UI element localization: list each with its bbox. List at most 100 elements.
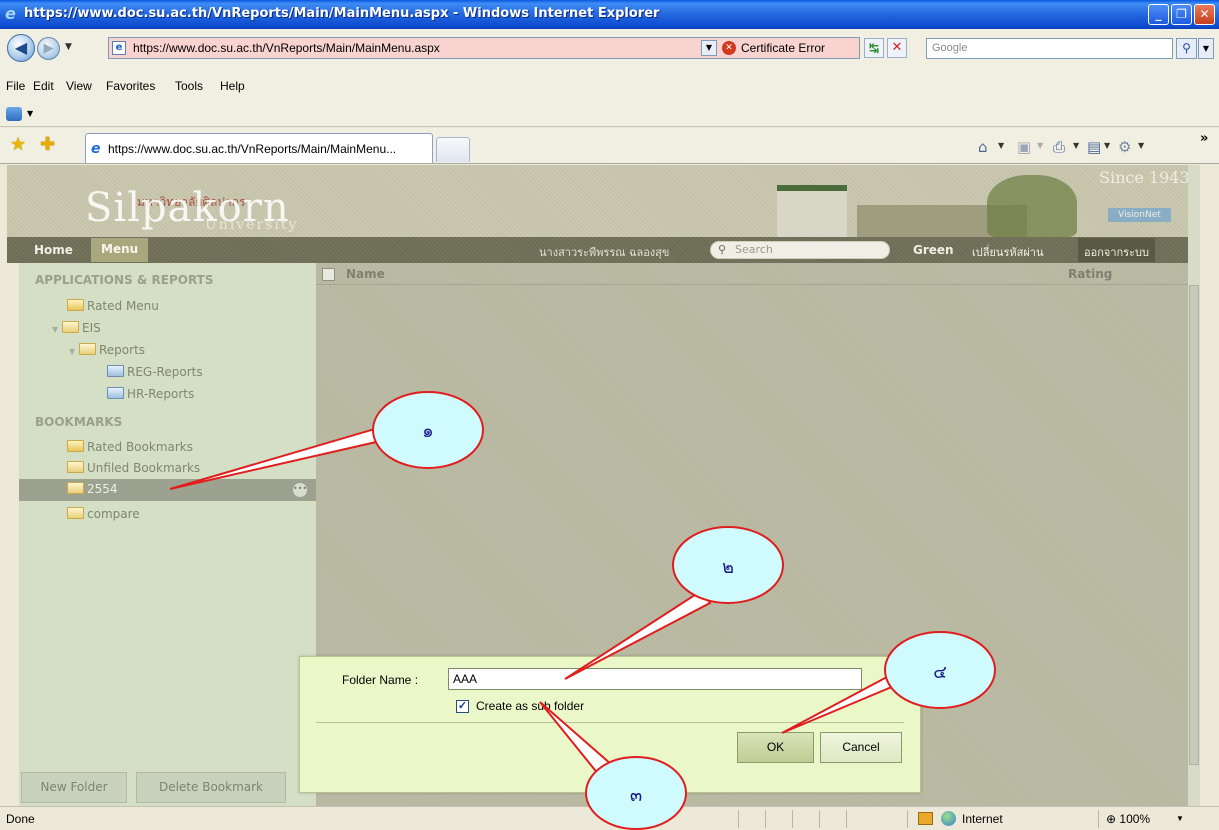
tree-item-reg-reports[interactable]: REG-Reports [107,362,203,382]
select-all-checkbox[interactable] [322,268,335,281]
menu-bar: File Edit View Favorites Tools Help [0,75,1219,99]
new-folder-button[interactable]: New Folder [21,772,127,803]
cancel-button[interactable]: Cancel [820,732,902,763]
delete-bookmark-button[interactable]: Delete Bookmark [136,772,286,803]
site-search-input[interactable]: ⚲ Search [710,241,890,259]
status-divider [1098,810,1099,828]
status-divider [792,810,793,828]
user-name: นางสาวระพีพรรณ ฉลองสุข [539,246,670,259]
certificate-error-icon[interactable]: ✕ [722,41,736,55]
toolbar-extension-icon[interactable] [6,107,22,121]
address-url[interactable]: https://www.doc.su.ac.th/VnReports/Main/… [133,41,440,55]
zoom-dropdown-icon[interactable]: ▼ [1176,814,1184,823]
window-titlebar[interactable]: e https://www.doc.su.ac.th/VnReports/Mai… [0,0,1219,29]
list-header: Name Rating [316,263,1188,285]
tree-item-label: Reports [99,343,146,357]
menu-edit[interactable]: Edit [33,79,54,93]
rated-folder-icon [67,440,84,452]
tree-item-rated-bookmarks[interactable]: Rated Bookmarks [67,437,193,457]
tab-current[interactable]: e https://www.doc.su.ac.th/VnReports/Mai… [85,133,433,163]
subfolder-checkbox[interactable]: ✓ [456,700,469,713]
protected-mode-icon[interactable] [918,812,933,825]
menu-view[interactable]: View [66,79,92,93]
certificate-error-label[interactable]: Certificate Error [741,41,825,55]
more-options-icon[interactable]: ••• [293,483,307,497]
print-icon[interactable]: ⎙ [1053,138,1065,156]
folder-name-input[interactable] [448,668,862,690]
report-icon [107,365,124,377]
chevron-more-icon[interactable]: » [1200,131,1208,146]
status-divider [738,810,739,828]
menu-help[interactable]: Help [220,79,245,93]
feeds-dropdown-icon[interactable]: ▼ [1037,141,1043,150]
search-input[interactable]: Google [926,38,1173,59]
bookmarks-section-header: BOOKMARKS [35,415,123,429]
tree-item-label: EIS [82,321,101,335]
tree-item-rated-menu[interactable]: Rated Menu [67,296,159,316]
change-password-link[interactable]: เปลี่ยนรหัสผ่าน [972,243,1043,261]
column-rating-header[interactable]: Rating [1068,267,1112,281]
zoom-level[interactable]: ⊕ 100% [1106,812,1150,826]
subfolder-label[interactable]: Create as sub folder [476,699,584,713]
ok-button[interactable]: OK [737,732,814,763]
tools-dropdown-icon[interactable]: ▼ [1138,141,1144,150]
tree-item-reports[interactable]: ▼ Reports [69,340,145,360]
home-icon[interactable]: ⌂ [978,138,988,156]
nav-home[interactable]: Home [34,243,73,257]
tree-item-2554-selected[interactable]: 2554 ••• [19,479,316,501]
page-menu-icon[interactable]: ▤ [1087,138,1101,156]
site-search-placeholder: Search [735,243,773,256]
tree-item-label: Unfiled Bookmarks [87,461,201,475]
security-zone[interactable]: Internet [962,812,1003,826]
tree-item-hr-reports[interactable]: HR-Reports [107,384,194,404]
add-favorites-icon[interactable]: ✚ [40,134,55,155]
vendor-logo: VisionNet [1108,208,1171,222]
page-scrollbar[interactable] [1188,165,1200,806]
history-dropdown-icon[interactable]: ▼ [65,42,77,54]
logout-link[interactable]: ออกจากระบบ [1078,238,1155,262]
tree-item-unfiled-bookmarks[interactable]: Unfiled Bookmarks [67,458,200,478]
forward-button[interactable]: ▶ [37,37,60,60]
back-button[interactable]: ◀ [7,34,35,62]
new-folder-dialog: Folder Name : ✓ Create as sub folder OK … [299,656,921,793]
close-button[interactable]: ✕ [1194,4,1215,25]
since-text: Since 1943 [1099,168,1190,187]
page-dropdown-icon[interactable]: ▼ [1104,141,1110,150]
theme-link[interactable]: Green [913,243,954,257]
address-field[interactable]: e https://www.doc.su.ac.th/VnReports/Mai… [108,37,860,59]
favorites-star-icon[interactable]: ★ [10,134,26,155]
site-banner: มหาวิทยาลัยศิลปากร Silpakorn University … [7,165,1200,237]
toolbar-extension-dropdown-icon[interactable]: ▼ [27,109,33,118]
minimize-button[interactable]: _ [1148,4,1169,25]
refresh-button[interactable]: ↹ [864,38,884,58]
tab-label[interactable]: https://www.doc.su.ac.th/VnReports/Main/… [108,142,396,156]
home-dropdown-icon[interactable]: ▼ [998,141,1004,150]
expand-triangle-icon[interactable]: ▼ [52,320,62,340]
nav-menu[interactable]: Menu [91,238,149,262]
feeds-icon[interactable]: ▣ [1017,138,1031,156]
status-divider [907,810,908,828]
tree-item-label: REG-Reports [127,365,203,379]
menu-file[interactable]: File [6,79,25,93]
report-icon [107,387,124,399]
folder-icon [62,321,79,333]
menu-favorites[interactable]: Favorites [106,79,155,93]
search-options-dropdown-icon[interactable]: ▼ [1198,38,1214,59]
address-dropdown-icon[interactable]: ▼ [701,40,717,56]
new-tab-button[interactable] [436,137,470,162]
stop-button[interactable]: ✕ [887,38,907,58]
tree-item-eis[interactable]: ▼ EIS [52,318,101,338]
column-name-header[interactable]: Name [346,267,385,281]
search-button[interactable]: ⚲ [1176,38,1197,59]
maximize-button[interactable]: ❐ [1171,4,1192,25]
scrollbar-thumb[interactable] [1189,285,1199,765]
folder-icon [67,461,84,473]
menu-tools[interactable]: Tools [175,79,203,93]
expand-triangle-icon[interactable]: ▼ [69,342,79,362]
rated-folder-icon [67,299,84,311]
tree-item-label: HR-Reports [127,387,195,401]
tools-gear-icon[interactable]: ⚙ [1118,138,1131,156]
print-dropdown-icon[interactable]: ▼ [1073,141,1079,150]
tree-item-compare[interactable]: compare [67,504,140,524]
status-divider [765,810,766,828]
